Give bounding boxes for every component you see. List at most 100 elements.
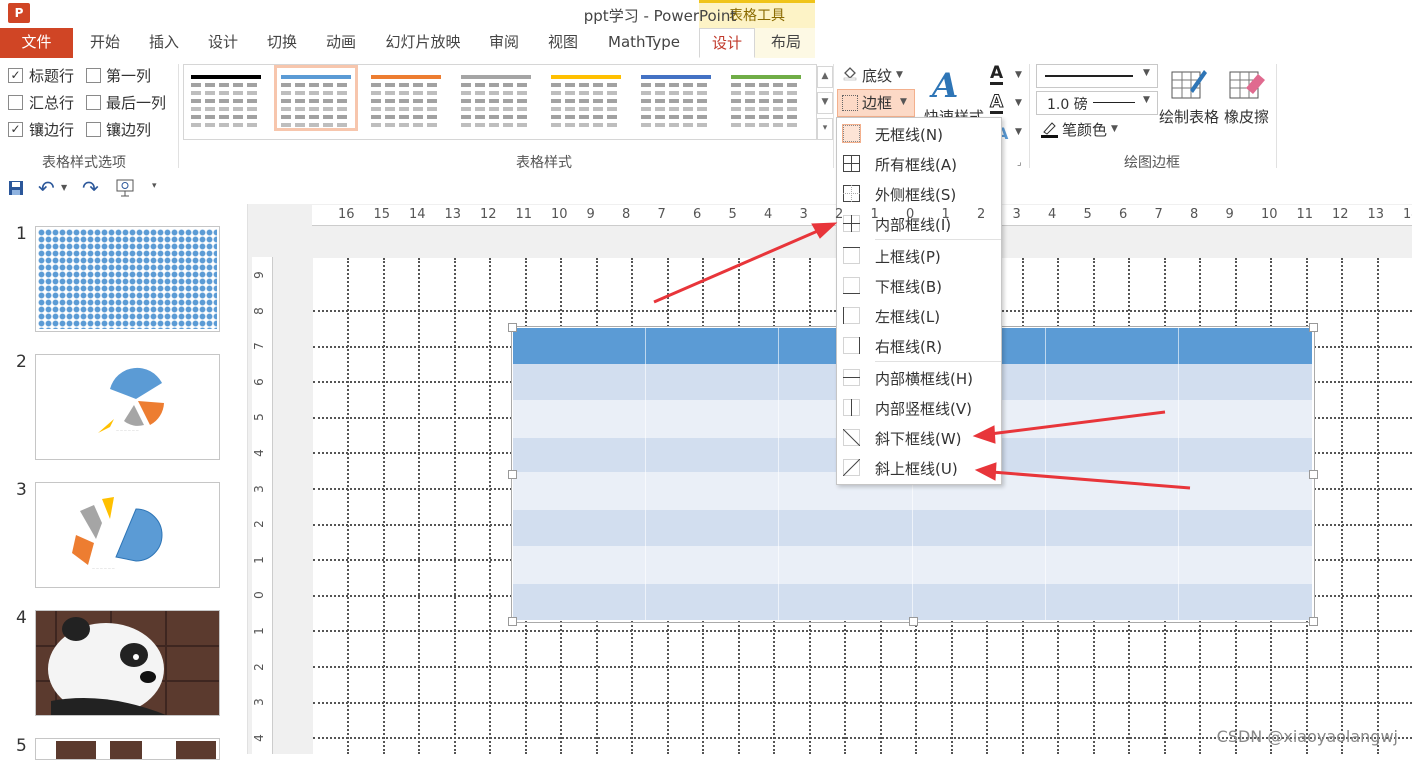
draw-table-icon[interactable] xyxy=(1170,66,1208,102)
slide-thumbnail-1[interactable] xyxy=(35,226,220,332)
ruler-tick-label: 4 xyxy=(1048,207,1057,222)
slide-thumbnail-5[interactable] xyxy=(35,738,220,760)
menu-item-label: 内部竖框线(V) xyxy=(875,400,972,418)
menu-item-diagonal-down-border[interactable]: 斜下框线(W) xyxy=(837,423,1001,453)
redo-icon[interactable]: ↷ xyxy=(82,176,99,200)
slide-thumbnail-4[interactable] xyxy=(35,610,220,716)
pen-color-icon[interactable] xyxy=(1040,120,1058,138)
header-row-checkbox[interactable]: ✓ xyxy=(8,68,23,83)
resize-handle[interactable] xyxy=(1309,617,1318,626)
table-style-thumbnail[interactable] xyxy=(548,69,624,127)
table-style-thumbnail[interactable] xyxy=(274,65,358,131)
chevron-down-icon[interactable]: ▼ xyxy=(1015,127,1022,137)
tab-review[interactable]: 审阅 xyxy=(478,28,530,58)
table-style-thumbnail[interactable] xyxy=(728,69,804,127)
text-fill-icon[interactable]: A xyxy=(990,64,1004,85)
table-style-thumbnail[interactable] xyxy=(638,69,714,127)
ruler-tick-label: 12 xyxy=(480,207,497,222)
ruler-tick-label: 10 xyxy=(1261,207,1278,222)
ruler-tick-label: 11 xyxy=(1296,207,1314,222)
table-style-thumbnail[interactable] xyxy=(188,69,264,127)
slide-thumbnail-2[interactable]: — — — — — — xyxy=(35,354,220,460)
chevron-down-icon[interactable]: ▼ xyxy=(1015,98,1022,108)
eraser-icon[interactable] xyxy=(1228,66,1266,102)
menu-item-inside-vertical-border[interactable]: 内部竖框线(V) xyxy=(837,393,1001,423)
resize-handle[interactable] xyxy=(508,470,517,479)
total-row-checkbox[interactable] xyxy=(8,95,23,110)
chevron-down-icon[interactable]: ▼ xyxy=(1111,124,1118,134)
pen-weight-select[interactable]: 1.0 磅 ▼ xyxy=(1036,91,1158,115)
slide-number: 4 xyxy=(16,608,27,628)
gridline xyxy=(489,258,491,754)
menu-item-no-border[interactable]: 无框线(N) xyxy=(837,119,1001,149)
gallery-more-icon[interactable]: ▾ xyxy=(817,118,833,140)
menu-item-inside-horizontal-border[interactable]: 内部横框线(H) xyxy=(837,363,1001,393)
ruler-tick-label: 13 xyxy=(444,207,462,222)
resize-handle[interactable] xyxy=(508,617,517,626)
pen-color-button[interactable]: 笔颜色 xyxy=(1062,119,1107,140)
resize-handle[interactable] xyxy=(1309,323,1318,332)
slide-thumbnail-3[interactable]: — — — — — — xyxy=(35,482,220,588)
quick-styles-icon[interactable]: A xyxy=(932,66,958,106)
banded-rows-checkbox[interactable]: ✓ xyxy=(8,122,23,137)
menu-item-diagonal-up-border[interactable]: 斜上框线(U) xyxy=(837,453,1001,483)
ruler-tick-label: 7 xyxy=(657,207,666,222)
gallery-scroll-down-icon[interactable]: ▼ xyxy=(817,92,833,114)
resize-handle[interactable] xyxy=(508,323,517,332)
start-slideshow-icon[interactable] xyxy=(116,179,136,197)
ruler-tick-label: 14 xyxy=(1403,207,1412,222)
gridline xyxy=(313,630,1412,633)
table-column-divider xyxy=(778,328,779,620)
tab-home[interactable]: 开始 xyxy=(80,28,130,58)
tab-view[interactable]: 视图 xyxy=(538,28,588,58)
tab-mathtype[interactable]: MathType xyxy=(598,28,690,58)
table-style-thumbnail[interactable] xyxy=(458,69,534,127)
menu-item-left-border[interactable]: 左框线(L) xyxy=(837,301,1001,331)
banded-columns-checkbox[interactable] xyxy=(86,122,101,137)
tab-insert[interactable]: 插入 xyxy=(140,28,188,58)
draw-table-button[interactable]: 绘制表格 xyxy=(1159,106,1219,127)
menu-item-all-borders[interactable]: 所有框线(A) xyxy=(837,149,1001,179)
tab-table-design[interactable]: 设计 xyxy=(699,28,755,58)
dialog-launcher-icon[interactable]: ⌟ xyxy=(1017,157,1022,168)
gallery-scroll-up-icon[interactable]: ▲ xyxy=(817,66,833,88)
save-icon[interactable] xyxy=(8,180,24,196)
ribbon-separator xyxy=(833,64,834,168)
shading-bucket-icon[interactable] xyxy=(842,65,858,81)
ruler-tick-label: 4 xyxy=(251,733,266,742)
diagonal-down-border-icon xyxy=(842,428,861,447)
banded-columns-label: 镶边列 xyxy=(106,121,152,139)
chevron-down-icon[interactable]: ▼ xyxy=(1015,70,1022,80)
eraser-button[interactable]: 橡皮擦 xyxy=(1224,106,1269,127)
tab-table-layout[interactable]: 布局 xyxy=(760,28,812,58)
tab-slideshow[interactable]: 幻灯片放映 xyxy=(378,28,468,58)
menu-item-right-border[interactable]: 右框线(R) xyxy=(837,331,1001,361)
window-title: ppt学习 - PowerPoint xyxy=(583,7,737,25)
menu-item-bottom-border[interactable]: 下框线(B) xyxy=(837,271,1001,301)
shading-button[interactable]: 底纹 xyxy=(862,65,892,86)
last-column-checkbox[interactable] xyxy=(86,95,101,110)
customize-toolbar-icon[interactable]: ▾ xyxy=(152,181,157,191)
resize-handle[interactable] xyxy=(1309,470,1318,479)
resize-handle[interactable] xyxy=(909,617,918,626)
first-column-checkbox[interactable] xyxy=(86,68,101,83)
ribbon-separator xyxy=(178,64,179,168)
top-border-icon xyxy=(843,247,860,264)
ruler-tick-label: 0 xyxy=(906,207,915,222)
tab-animations[interactable]: 动画 xyxy=(316,28,366,58)
chevron-down-icon[interactable]: ▼ xyxy=(896,70,903,80)
menu-item-outside-borders[interactable]: 外侧框线(S) xyxy=(837,179,1001,209)
menu-item-label: 外侧框线(S) xyxy=(875,186,957,204)
table-column-divider xyxy=(1045,328,1046,620)
menu-separator xyxy=(875,361,1001,362)
text-outline-icon[interactable]: A xyxy=(989,93,1004,114)
tab-transitions[interactable]: 切换 xyxy=(258,28,306,58)
table-style-thumbnail[interactable] xyxy=(368,69,444,127)
pen-weight-value: 1.0 磅 xyxy=(1047,97,1088,113)
chevron-down-icon[interactable]: ▼ xyxy=(61,183,67,192)
tab-design[interactable]: 设计 xyxy=(198,28,248,58)
tab-file[interactable]: 文件 xyxy=(0,28,73,58)
menu-item-top-border[interactable]: 上框线(P) xyxy=(837,241,1001,271)
undo-icon[interactable]: ↶ xyxy=(38,176,55,200)
pen-style-select[interactable]: ▼ xyxy=(1036,64,1158,88)
